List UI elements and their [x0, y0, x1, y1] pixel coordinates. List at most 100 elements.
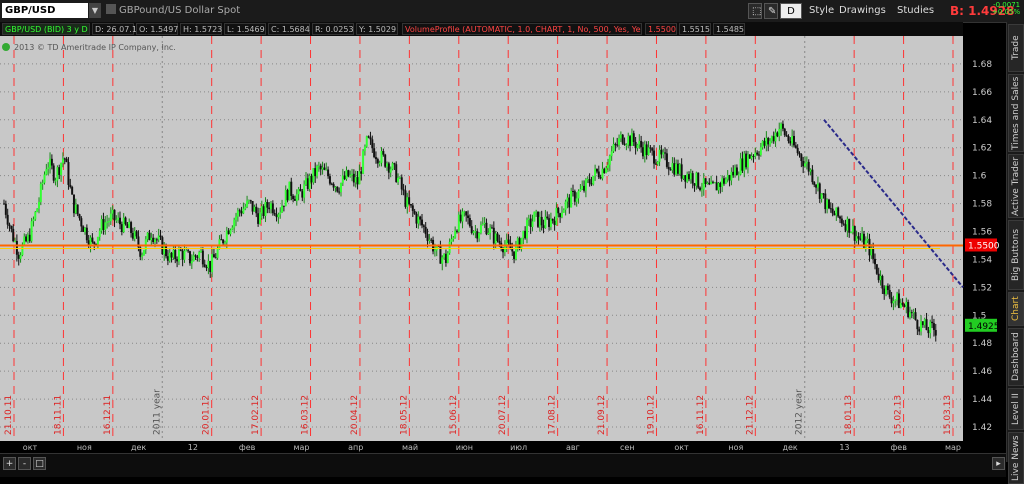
- candle-body: [689, 173, 692, 180]
- candle-body: [603, 168, 606, 173]
- candle-body: [299, 189, 302, 192]
- study-title[interactable]: GBP/USD (BID) 3 y D: [2, 23, 90, 35]
- candle-body: [649, 147, 652, 149]
- candle-body: [93, 241, 96, 244]
- candle-body: [654, 163, 657, 165]
- candle-body: [605, 168, 608, 173]
- studies-button[interactable]: Studies: [894, 3, 936, 19]
- zoom-out-button[interactable]: -: [18, 457, 31, 470]
- candle-body: [914, 312, 917, 320]
- expand-button[interactable]: ▸: [992, 457, 1005, 470]
- sidebar-tab-level-ii[interactable]: Level II: [1008, 388, 1024, 430]
- candle-body: [36, 208, 39, 212]
- candle-body: [343, 175, 346, 180]
- candle-body: [745, 153, 748, 168]
- candle-body: [235, 216, 238, 220]
- sidebar-tab-times-and-sales[interactable]: Times and Sales: [1008, 74, 1024, 152]
- sidebar-tab-live-news[interactable]: Live News: [1008, 432, 1024, 484]
- volume-profile-label[interactable]: VolumeProfile (AUTOMATIC, 1.0, CHART, 1,…: [402, 23, 642, 35]
- symbol-dropdown-icon[interactable]: ▼: [89, 3, 101, 18]
- support-price-label: 1.5500: [968, 241, 1000, 251]
- candle-body: [695, 172, 698, 186]
- candle-body: [297, 189, 300, 195]
- candle-body: [107, 221, 110, 223]
- candle-body: [490, 227, 493, 229]
- candle-body: [676, 163, 679, 174]
- link-icon[interactable]: ⬚: [748, 3, 762, 19]
- top-toolbar: GBP/USD ▼ GBPound/US Dollar Spot ⬚ ✎ D S…: [0, 0, 1024, 23]
- candle-body: [98, 230, 101, 237]
- month-label: дек: [782, 443, 797, 452]
- candle-body: [583, 185, 586, 191]
- date-label: 19.10.12: [646, 395, 656, 435]
- candle-body: [354, 177, 357, 183]
- sidebar-tab-dashboard[interactable]: Dashboard: [1008, 328, 1024, 386]
- candle-body: [165, 246, 168, 257]
- settings-icon[interactable]: ✎: [764, 3, 778, 19]
- sidebar-tab-trade[interactable]: Trade: [1008, 24, 1024, 72]
- candle-body: [222, 239, 225, 244]
- candle-body: [339, 183, 342, 193]
- candle-body: [540, 216, 543, 226]
- candle-body: [295, 194, 298, 201]
- sidebar-tab-chart[interactable]: Chart: [1008, 292, 1024, 326]
- sidebar-tab-big-buttons[interactable]: Big Buttons: [1008, 220, 1024, 290]
- timeframe-button[interactable]: D: [780, 3, 802, 19]
- candle-body: [225, 230, 228, 243]
- candle-body: [419, 216, 422, 220]
- drawings-button[interactable]: Drawings: [836, 3, 888, 19]
- candle-body: [393, 163, 396, 165]
- y-tick-label: 1.6: [972, 172, 987, 182]
- candle-body: [28, 234, 31, 242]
- candle-body: [872, 248, 875, 259]
- candle-body: [699, 187, 702, 191]
- candle-body: [831, 208, 834, 214]
- candle-body: [319, 165, 322, 170]
- candle-body: [12, 228, 15, 242]
- candle-body: [30, 221, 33, 242]
- candle-body: [384, 154, 387, 167]
- candle-body: [84, 227, 87, 232]
- candle-body: [163, 246, 166, 255]
- fit-button[interactable]: □: [33, 457, 46, 470]
- candle-body: [15, 240, 18, 255]
- candle-body: [833, 213, 836, 216]
- candle-body: [789, 141, 792, 144]
- candle-body: [242, 208, 245, 214]
- candle-body: [426, 234, 429, 241]
- candle-body: [463, 211, 466, 213]
- price-chart[interactable]: 21.10.11 18.11.11 16.12.11 2011 year 20.01.1…: [0, 36, 1006, 453]
- candle-body: [658, 149, 661, 162]
- candle-body: [868, 238, 871, 256]
- zoom-in-button[interactable]: +: [3, 457, 16, 470]
- candle-body: [739, 158, 742, 175]
- candle-body: [314, 168, 317, 177]
- sidebar-tab-active-trader[interactable]: Active Trader: [1008, 154, 1024, 218]
- candle-body: [807, 161, 810, 172]
- candle-body: [820, 193, 823, 199]
- candle-body: [562, 209, 565, 213]
- candle-body: [183, 250, 186, 260]
- candle-body: [478, 233, 481, 239]
- candle-body: [651, 148, 654, 151]
- candle-body: [286, 189, 289, 201]
- candle-body: [80, 218, 83, 227]
- range-field: R: 0.0253: [312, 23, 354, 35]
- candle-body: [212, 254, 215, 258]
- candle-body: [325, 169, 328, 171]
- symbol-input[interactable]: GBP/USD: [2, 3, 88, 18]
- style-button[interactable]: Style: [806, 3, 834, 19]
- month-label: окт: [674, 443, 689, 452]
- candle-body: [211, 254, 214, 273]
- candle-body: [352, 173, 355, 183]
- candle-body: [467, 215, 470, 219]
- candle-body: [133, 231, 136, 239]
- month-label: авг: [566, 443, 580, 452]
- candle-body: [907, 301, 910, 318]
- candle-body: [759, 147, 762, 156]
- candle-body: [844, 224, 847, 231]
- candle-body: [387, 163, 390, 173]
- candle-body: [275, 214, 278, 218]
- candle-body: [223, 242, 226, 244]
- candle-body: [128, 222, 131, 228]
